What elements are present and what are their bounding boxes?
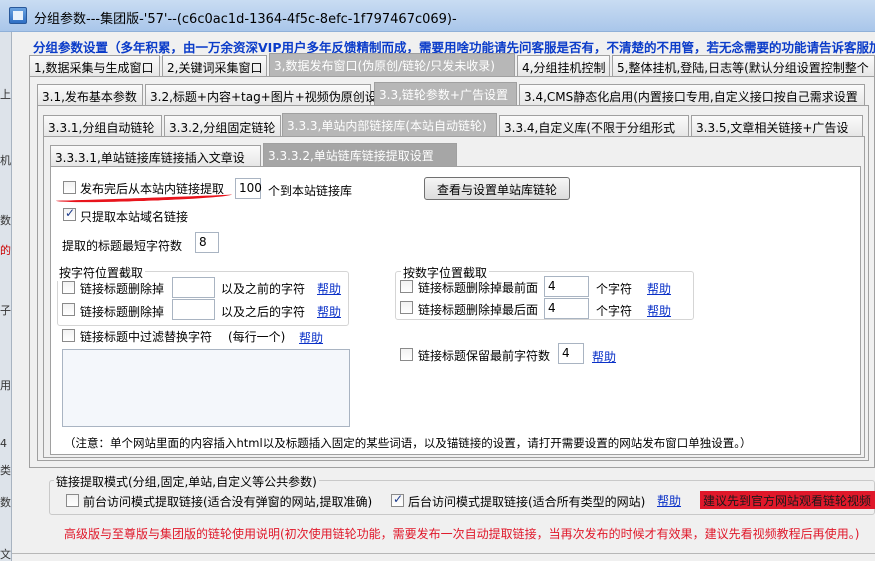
extract-mode-title: 链接提取模式(分组,固定,单站,自定义等公共参数) [54,473,319,490]
char-help-link-2[interactable]: 帮助 [317,303,341,320]
num-unit-2: 个字符 [596,304,633,318]
char-delete-after-label: 链接标题删除掉 [80,305,165,319]
left-char: 数 [0,214,11,227]
num-delete-back-label: 链接标题删除掉最后面 [418,303,539,317]
left-char: 4 [0,437,7,450]
tab-link-wheel[interactable]: 3.3,链轮参数+广告设置 [374,82,517,105]
filter-help-link[interactable]: 帮助 [299,329,323,346]
keep-front-label: 链接标题保留最前字符数 [418,349,551,363]
tab-group-fixed-wheel[interactable]: 3.3.2,分组固定链轮 [164,115,281,136]
only-domain-label: 只提取本站域名链接 [80,210,189,224]
front-access-label: 前台访问模式提取链接(适合没有弹窗的网站,提取准确) [83,495,373,509]
tab-cms-static[interactable]: 3.4,CMS静态化启用(内置接口专用,自定义接口按自己需求设置 [519,84,865,105]
filter-replace-textarea[interactable] [62,349,350,427]
num-delete-front-label: 链接标题删除掉最前面 [418,281,539,295]
char-delete-after-input[interactable] [172,299,215,320]
extract-count-suffix: 个到本站链接库 [268,184,353,198]
tab-keyword-collect[interactable]: 2,关键词采集窗口 [162,55,267,76]
left-char: 上 [0,88,11,101]
tab-group-control[interactable]: 4,分组挂机控制 [517,55,610,76]
tab-publish-basic[interactable]: 3.1,发布基本参数 [37,84,143,105]
left-char: 文 [0,548,11,561]
num-unit-1: 个字符 [596,282,633,296]
char-delete-after-suffix: 以及之后的字符 [221,305,306,319]
char-delete-before-input[interactable] [172,277,215,298]
left-char: 的 [0,244,11,257]
filter-replace-checkbox[interactable] [62,329,75,342]
app-icon [9,7,27,24]
tab-data-publish[interactable]: 3,数据发布窗口(伪原创/链轮/只发未收录) [269,53,515,76]
advice-badge[interactable]: 建议先到官方网站观看链轮视频 [700,491,875,509]
left-char: 子 [0,304,11,317]
char-help-link-1[interactable]: 帮助 [317,280,341,297]
front-access-checkbox[interactable] [66,494,79,507]
view-library-button[interactable]: 查看与设置单站库链轮 [424,177,570,200]
num-delete-back-input[interactable]: 4 [544,298,589,319]
num-help-link-1[interactable]: 帮助 [647,280,671,297]
title-bar[interactable]: 分组参数---集团版-'57'--(c6c0ac1d-1364-4f5c-8ef… [0,0,875,32]
filter-replace-label: 链接标题中过滤替换字符 [80,330,213,344]
num-help-link-2[interactable]: 帮助 [647,302,671,319]
num-delete-back-checkbox[interactable] [400,301,413,314]
char-delete-after-checkbox[interactable] [62,303,75,316]
left-char: 数 [0,496,11,509]
window-title: 分组参数---集团版-'57'--(c6c0ac1d-1364-4f5c-8ef… [34,12,457,27]
min-title-label: 提取的标题最短字符数 [62,239,183,253]
keep-front-checkbox[interactable] [400,348,413,361]
left-char: 机 [0,154,11,167]
tab-related-links-ads[interactable]: 3.3.5,文章相关链接+广告设 [691,115,863,136]
tab-extract-settings[interactable]: 3.3.3.2,单站链库链接提取设置 [263,143,457,166]
char-delete-before-checkbox[interactable] [62,281,75,294]
keep-front-help-link[interactable]: 帮助 [592,348,616,365]
bottom-edge [12,553,875,561]
char-delete-before-label: 链接标题删除掉 [80,282,165,296]
min-title-input[interactable]: 8 [195,232,219,253]
tab-custom-library[interactable]: 3.3.4,自定义库(不限于分组形式 [499,115,689,136]
footer-warning[interactable]: 高级版与至尊版与集团版的链轮使用说明(初次使用链轮功能，需要发布一次自动提取链接… [64,525,859,542]
after-publish-extract-checkbox[interactable] [63,181,76,194]
mode-help-link[interactable]: 帮助 [657,492,681,509]
left-char: 用 [0,379,11,392]
char-delete-before-suffix: 以及之前的字符 [221,282,306,296]
extract-count-input[interactable]: 100 [235,178,262,199]
filter-replace-hint: (每行一个) [228,330,286,344]
tab-site-link-library[interactable]: 3.3.3,单站内部链接库(本站自动链轮) [282,113,497,136]
only-domain-checkbox[interactable] [63,206,76,221]
num-delete-front-input[interactable]: 4 [544,276,589,297]
tab-group-auto-wheel[interactable]: 3.3.1,分组自动链轮 [43,115,162,136]
tab-global-settings[interactable]: 5,整体挂机,登陆,日志等(默认分组设置控制整个 [612,55,875,76]
note-text: （注意：单个网站里面的内容插入html以及标题插入固定的某些词语，以及锚链接的设… [64,436,752,450]
num-delete-front-checkbox[interactable] [400,280,413,293]
keep-front-input[interactable]: 4 [558,343,584,364]
tab-pseudo-original[interactable]: 3.2,标题+内容+tag+图片+视频伪原创设 [145,84,377,105]
left-background-window: 上 机 数 的 子 用 4 类 数 文 [0,32,12,561]
tab-data-collect[interactable]: 1,数据采集与生成窗口 [29,55,160,76]
back-access-checkbox[interactable] [391,492,404,507]
tab-insert-settings[interactable]: 3.3.3.1,单站链接库链接插入文章设 [50,145,261,166]
char-position-title: 按字符位置截取 [57,264,146,281]
left-char: 类 [0,464,11,477]
back-access-label: 后台访问模式提取链接(适合所有类型的网站) [408,495,646,509]
